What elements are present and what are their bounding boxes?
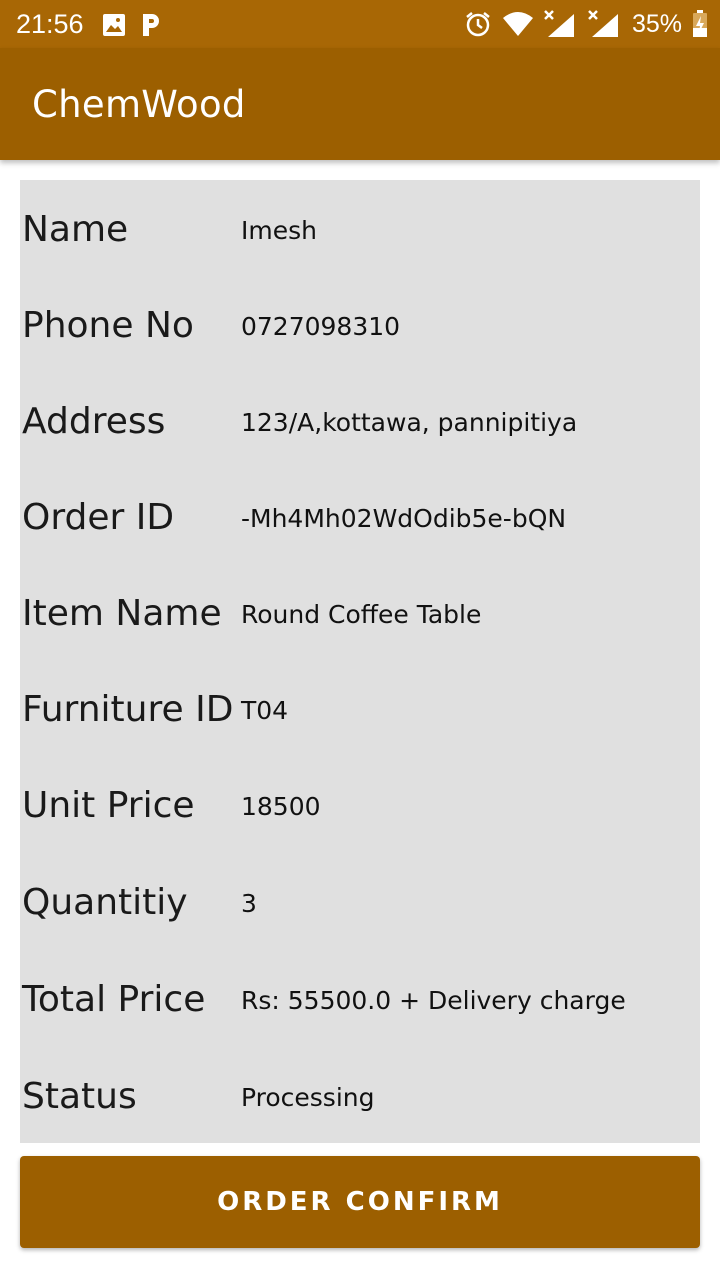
detail-value: -Mh4Mh02WdOdib5e-bQN: [241, 504, 567, 533]
detail-label: Quantitiy: [22, 882, 188, 923]
detail-row-furniture-id: Furniture ID T04: [20, 662, 700, 758]
detail-label: Furniture ID: [22, 689, 234, 730]
detail-row-item-name: Item Name Round Coffee Table: [20, 566, 700, 662]
detail-value: 18500: [241, 792, 321, 821]
wifi-icon: [502, 12, 533, 36]
detail-value: 123/A,kottawa, pannipitiya: [241, 408, 578, 437]
status-bar: 21:56 35%: [0, 0, 720, 48]
order-details-card: Name Imesh Phone No 0727098310 Address 1…: [20, 180, 700, 1143]
detail-row-total-price: Total Price Rs: 55500.0 + Delivery charg…: [20, 952, 700, 1048]
detail-value: Round Coffee Table: [241, 600, 482, 629]
detail-label: Status: [22, 1076, 137, 1117]
detail-label: Address: [22, 401, 166, 442]
status-notification-icons: [102, 12, 162, 38]
detail-row-status: Status Processing: [20, 1049, 700, 1145]
status-time: 21:56: [16, 9, 84, 39]
image-icon: [103, 14, 125, 36]
parking-icon: [143, 14, 159, 36]
detail-row-phone: Phone No 0727098310: [20, 278, 700, 374]
detail-row-address: Address 123/A,kottawa, pannipitiya: [20, 374, 700, 470]
detail-value: T04: [241, 696, 289, 725]
detail-label: Unit Price: [22, 785, 195, 826]
detail-value: Rs: 55500.0 + Delivery charge: [241, 986, 626, 1015]
detail-row-quantity: Quantitiy 3: [20, 855, 700, 951]
detail-label: Total Price: [22, 979, 206, 1020]
signal-icon: [544, 10, 574, 37]
detail-label: Order ID: [22, 497, 175, 538]
detail-value: Imesh: [241, 216, 317, 245]
app-bar: ChemWood: [0, 48, 720, 160]
detail-label: Name: [22, 209, 129, 250]
signal-icon: [588, 10, 618, 37]
alarm-icon: [466, 12, 490, 37]
detail-label: Phone No: [22, 305, 194, 346]
detail-row-name: Name Imesh: [20, 182, 700, 278]
detail-label: Item Name: [22, 593, 222, 634]
detail-value: Processing: [241, 1083, 375, 1112]
detail-value: 0727098310: [241, 312, 401, 341]
app-title: ChemWood: [32, 83, 246, 126]
order-confirm-button[interactable]: ORDER CONFIRM: [20, 1156, 700, 1248]
detail-value: 3: [241, 889, 257, 918]
detail-row-unit-price: Unit Price 18500: [20, 758, 700, 854]
detail-row-order-id: Order ID -Mh4Mh02WdOdib5e-bQN: [20, 470, 700, 566]
battery-percentage: 35%: [631, 9, 682, 38]
battery-charging-icon: [693, 10, 707, 37]
status-system-icons: 35%: [464, 8, 708, 40]
